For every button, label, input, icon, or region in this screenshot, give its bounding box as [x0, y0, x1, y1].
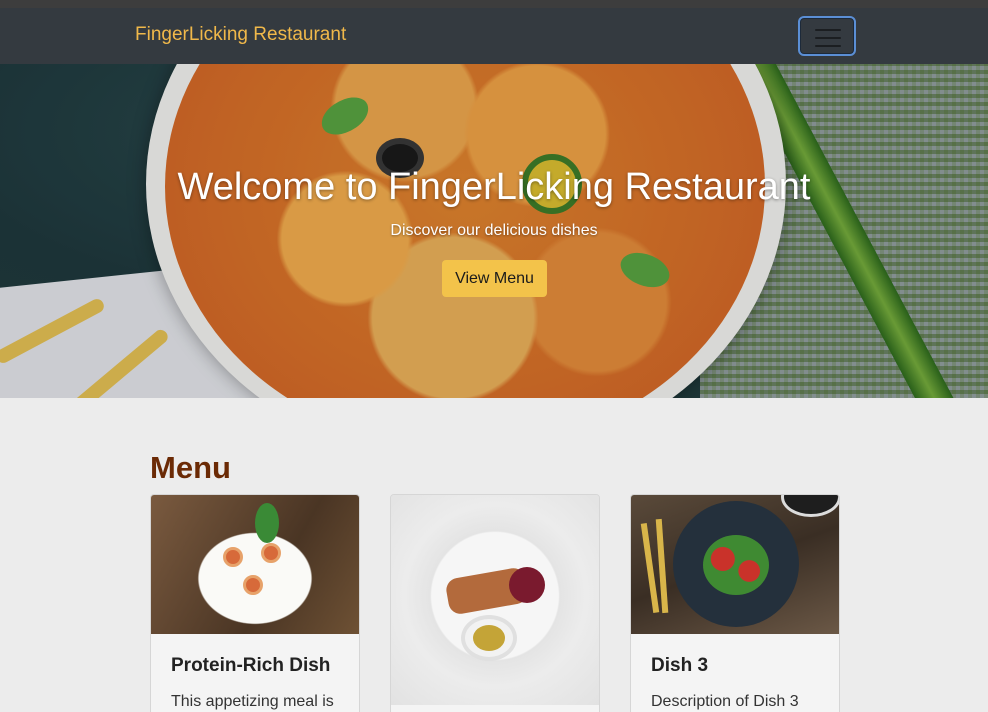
knife-icon — [655, 518, 669, 614]
food-item — [473, 625, 505, 651]
hero-title: Welcome to FingerLicking Restaurant — [177, 166, 811, 208]
food-item — [261, 543, 281, 563]
food-item — [509, 567, 545, 603]
card-title: Dish 3 — [651, 655, 709, 676]
card-text: This appetizing meal is — [171, 693, 334, 710]
card-text: Description of Dish 3 — [651, 693, 799, 710]
dish-image — [391, 495, 599, 705]
menu-heading: Menu — [150, 450, 231, 485]
menu-card[interactable]: Dish 3 Description of Dish 3 — [630, 494, 840, 712]
hamburger-bar — [815, 37, 841, 39]
view-menu-button[interactable]: View Menu — [442, 260, 547, 297]
hamburger-bar — [815, 29, 841, 31]
navbar-brand[interactable]: FingerLicking Restaurant — [135, 24, 346, 46]
food-item — [223, 547, 243, 567]
hamburger-bar — [815, 45, 841, 47]
dish-image — [631, 495, 839, 634]
card-title: Protein-Rich Dish — [171, 655, 331, 676]
hero-subtitle: Discover our delicious dishes — [390, 222, 598, 239]
food-item — [243, 575, 263, 595]
navbar-toggler-button[interactable] — [798, 16, 856, 56]
menu-card[interactable]: Protein-Rich Dish This appetizing meal i… — [150, 494, 360, 712]
window-top-strip — [0, 0, 988, 8]
menu-card[interactable] — [390, 494, 600, 712]
food-item — [703, 535, 769, 595]
dish-image — [151, 495, 359, 634]
hero-section: Welcome to FingerLicking Restaurant Disc… — [0, 64, 988, 398]
food-item — [255, 503, 279, 543]
cup-icon — [781, 495, 839, 517]
navbar: FingerLicking Restaurant — [0, 8, 988, 64]
